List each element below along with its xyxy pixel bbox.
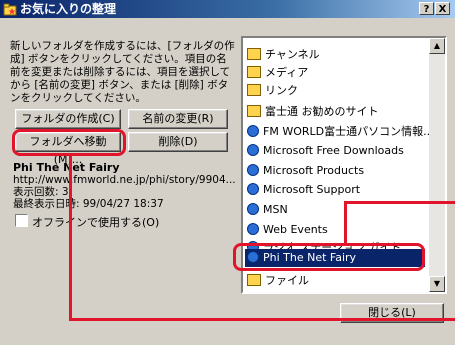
- instructions-text: 新しいフォルダを作成するには、[フォルダの作成] ボタンをクリックしてください。…: [10, 40, 235, 104]
- item-visit-count: 表示回数: 3: [13, 186, 69, 198]
- list-item[interactable]: Microsoft Support: [247, 181, 360, 199]
- offline-label: オフラインで使用する(O): [32, 216, 160, 229]
- favorites-folder-icon: [3, 3, 17, 16]
- folder-icon: [247, 105, 261, 117]
- list-item[interactable]: ファイル: [247, 272, 309, 290]
- list-item[interactable]: Web Events: [247, 221, 328, 239]
- channel-folder-icon: [247, 48, 261, 60]
- ie-page-icon: [247, 183, 259, 195]
- rename-button[interactable]: 名前の変更(R): [128, 109, 228, 129]
- list-item[interactable]: 富士通 お勧めのサイト: [247, 103, 379, 121]
- scroll-up-icon[interactable]: ▲: [429, 38, 445, 54]
- window-title: お気に入りの整理: [20, 2, 117, 16]
- highlight-move-button: [12, 129, 126, 156]
- create-folder-button[interactable]: フォルダの作成(C): [15, 109, 121, 129]
- ie-page-icon: [247, 164, 259, 176]
- annotation-line: [344, 201, 347, 244]
- item-info-panel: Phi The Net Fairy http://www.fmworld.ne.…: [13, 161, 236, 211]
- annotation-line: [344, 201, 455, 204]
- ie-page-icon: [247, 223, 259, 235]
- annotation-line: [69, 318, 455, 321]
- list-item[interactable]: Microsoft Free Downloads: [247, 142, 404, 160]
- item-url: http://www.fmworld.ne.jp/phi/story/9904.…: [13, 174, 236, 186]
- item-name: Phi The Net Fairy: [13, 161, 120, 174]
- close-window-button[interactable]: X: [435, 2, 450, 15]
- item-last-visited: 最終表示日時: 99/04/27 18:37: [13, 198, 164, 210]
- highlight-selected-item: [233, 243, 425, 271]
- delete-button[interactable]: 削除(D): [128, 132, 228, 152]
- list-item[interactable]: チャンネル: [247, 46, 320, 64]
- list-item[interactable]: メディア: [247, 64, 308, 82]
- vertical-scrollbar[interactable]: ▲ ▼: [429, 38, 445, 292]
- folder-icon: [247, 66, 261, 78]
- list-item[interactable]: MSN: [247, 201, 288, 219]
- ie-page-icon: [247, 144, 259, 156]
- offline-checkbox-row[interactable]: オフラインで使用する(O): [15, 214, 160, 229]
- annotation-line: [69, 156, 72, 321]
- offline-checkbox[interactable]: [15, 214, 28, 227]
- list-item[interactable]: Microsoft Products: [247, 162, 364, 180]
- scroll-down-icon[interactable]: ▼: [429, 276, 445, 292]
- title-bar: お気に入りの整理 ? X: [0, 0, 455, 18]
- folder-icon: [247, 274, 261, 286]
- help-button[interactable]: ?: [419, 2, 434, 15]
- folder-icon: [247, 84, 261, 96]
- ie-page-icon: [247, 203, 259, 215]
- list-item[interactable]: リンク: [247, 82, 298, 100]
- list-item[interactable]: FM WORLD富士通パソコン情報...: [247, 123, 434, 141]
- ie-page-icon: [247, 125, 259, 137]
